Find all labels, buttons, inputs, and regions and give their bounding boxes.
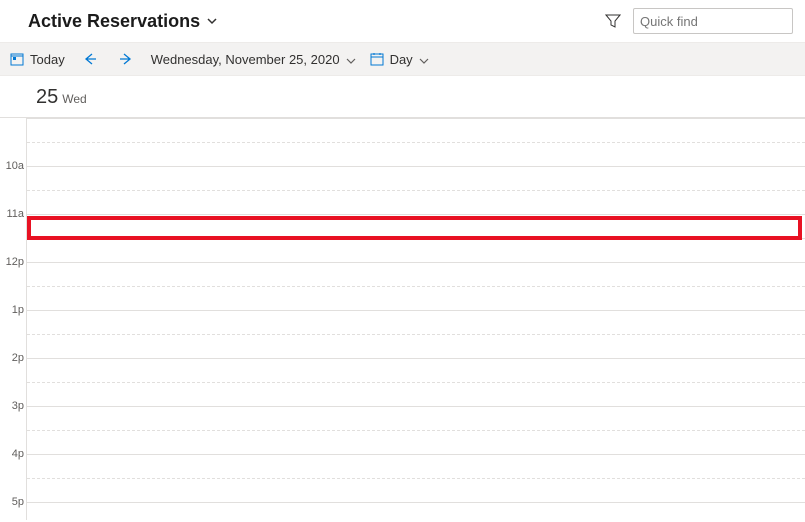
- hour-label: 12p: [0, 257, 26, 305]
- hour-row[interactable]: 12p: [0, 262, 805, 310]
- calendar-today-icon: [10, 52, 24, 66]
- hour-label: 2p: [0, 353, 26, 401]
- time-slot-highlight[interactable]: [27, 216, 802, 240]
- time-grid[interactable]: 10a11a12p1p2p3p4p5p: [0, 118, 805, 520]
- header-right: [605, 8, 793, 34]
- date-label: Wednesday, November 25, 2020: [151, 52, 340, 67]
- calendar-icon: [370, 52, 384, 66]
- hour-cell[interactable]: [26, 502, 805, 520]
- hour-row[interactable]: [0, 118, 805, 166]
- day-name: Wed: [62, 92, 86, 106]
- hour-cell[interactable]: [26, 166, 805, 214]
- view-mode-picker[interactable]: Day: [370, 52, 429, 67]
- hour-label: 11a: [0, 209, 26, 257]
- hour-row[interactable]: 5p: [0, 502, 805, 520]
- chevron-down-icon: [206, 15, 218, 27]
- day-number: 25: [36, 86, 58, 109]
- next-arrow-icon[interactable]: [119, 52, 133, 66]
- hour-row[interactable]: 3p: [0, 406, 805, 454]
- hour-cell[interactable]: [26, 310, 805, 358]
- hour-label: 3p: [0, 401, 26, 449]
- hour-label: [0, 118, 26, 161]
- hour-label: 4p: [0, 449, 26, 497]
- hour-label: 5p: [0, 497, 26, 520]
- filter-icon[interactable]: [605, 13, 621, 29]
- chevron-down-icon: [346, 54, 356, 64]
- hour-label: 10a: [0, 161, 26, 209]
- header-bar: Active Reservations: [0, 0, 805, 42]
- chevron-down-icon: [419, 54, 429, 64]
- hour-row[interactable]: 1p: [0, 310, 805, 358]
- today-button[interactable]: Today: [10, 52, 65, 67]
- day-header[interactable]: 25 Wed: [0, 76, 805, 118]
- view-mode-label: Day: [390, 52, 413, 67]
- toolbar: Today Wednesday, November 25, 2020 Day: [0, 42, 805, 76]
- hour-cell[interactable]: [26, 406, 805, 454]
- search-box[interactable]: [633, 8, 793, 34]
- hour-cell[interactable]: [26, 262, 805, 310]
- date-picker[interactable]: Wednesday, November 25, 2020: [151, 52, 356, 67]
- hour-cell[interactable]: [26, 358, 805, 406]
- view-selector[interactable]: Active Reservations: [28, 11, 218, 32]
- today-label: Today: [30, 52, 65, 67]
- page-title: Active Reservations: [28, 11, 200, 32]
- prev-arrow-icon[interactable]: [83, 52, 97, 66]
- hour-cell[interactable]: [26, 454, 805, 502]
- hour-label: 1p: [0, 305, 26, 353]
- hour-row[interactable]: 4p: [0, 454, 805, 502]
- search-input[interactable]: [640, 14, 805, 29]
- hour-cell[interactable]: [26, 118, 805, 166]
- hour-row[interactable]: 10a: [0, 166, 805, 214]
- hour-row[interactable]: 2p: [0, 358, 805, 406]
- calendar: 25 Wed 10a11a12p1p2p3p4p5p: [0, 76, 805, 520]
